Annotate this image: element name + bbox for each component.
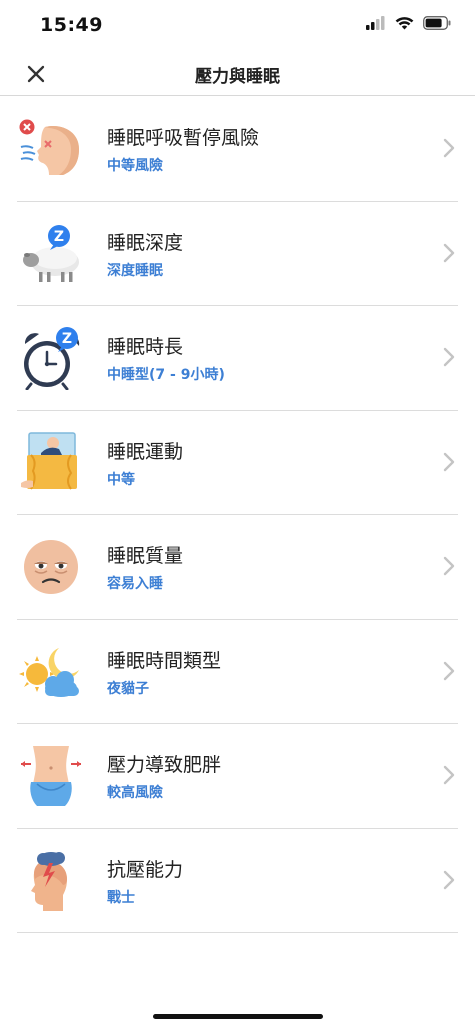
list-item-chronotype[interactable]: 睡眠時間類型 夜貓子 [17,620,458,724]
list-item-sleep-depth[interactable]: Z 睡眠深度 深度睡眠 [17,202,458,306]
home-indicator[interactable] [153,1014,323,1019]
wifi-icon [395,17,414,30]
tired-face-icon [24,540,78,594]
item-status: 戰士 [107,889,135,906]
item-title: 壓力導致肥胖 [107,754,222,776]
sleep-stress-list: 睡眠呼吸暫停風險 中等風險 Z 睡眠深度 深度睡眠 Z 睡眠時長 中睡型(7 -… [0,97,475,933]
list-item-stress-obesity[interactable]: 壓力導致肥胖 較高風險 [17,724,458,829]
chevron-right-icon [443,556,455,576]
status-bar: 15:49 [0,0,475,50]
status-time: 15:49 [40,14,103,36]
item-title: 睡眠呼吸暫停風險 [107,127,260,149]
item-status: 容易入睡 [107,576,163,592]
item-title: 睡眠質量 [107,545,184,567]
item-title: 睡眠時長 [107,336,184,358]
list-item-sleep-quality[interactable]: 睡眠質量 容易入睡 [17,515,458,620]
item-title: 睡眠時間類型 [107,649,222,672]
item-title: 睡眠運動 [107,440,184,463]
item-status: 中等 [107,471,135,488]
chevron-right-icon [443,765,455,785]
page-title: 壓力與睡眠 [195,67,280,87]
chevron-right-icon [443,452,455,471]
waist-measure-icon [21,746,81,806]
svg-text:Z: Z [54,229,64,245]
chevron-right-icon [443,661,455,680]
list-item-sleep-movement[interactable]: 睡眠運動 中等 [17,411,458,515]
sun-moon-cloud-icon [19,647,79,697]
list-item-sleep-duration[interactable]: Z 睡眠時長 中睡型(7 - 9小時) [17,306,458,411]
item-title: 抗壓能力 [107,858,184,881]
sleep-apnea-face-icon [19,119,79,175]
item-status: 深度睡眠 [107,262,163,279]
svg-text:Z: Z [62,331,72,347]
stress-head-icon [31,851,67,911]
status-icons [366,16,451,30]
chevron-right-icon [443,347,455,367]
chevron-right-icon [443,243,455,262]
item-title: 睡眠深度 [107,231,184,254]
person-in-bed-icon [21,431,77,490]
item-status: 中等風險 [107,158,163,174]
item-status: 較高風險 [107,785,163,801]
list-item-stress-resistance[interactable]: 抗壓能力 戰士 [17,829,458,933]
battery-icon [423,16,451,30]
item-status: 中睡型(7 - 9小時) [107,367,225,383]
sleeping-sheep-icon: Z [23,224,79,282]
item-status: 夜貓子 [107,680,149,697]
list-item-sleep-apnea-risk[interactable]: 睡眠呼吸暫停風險 中等風險 [17,97,458,202]
chevron-right-icon [443,870,455,889]
alarm-clock-icon: Z [24,327,80,390]
navigation-bar: 壓力與睡眠 [0,50,475,96]
cellular-signal-icon [366,16,385,30]
chevron-right-icon [443,138,455,158]
